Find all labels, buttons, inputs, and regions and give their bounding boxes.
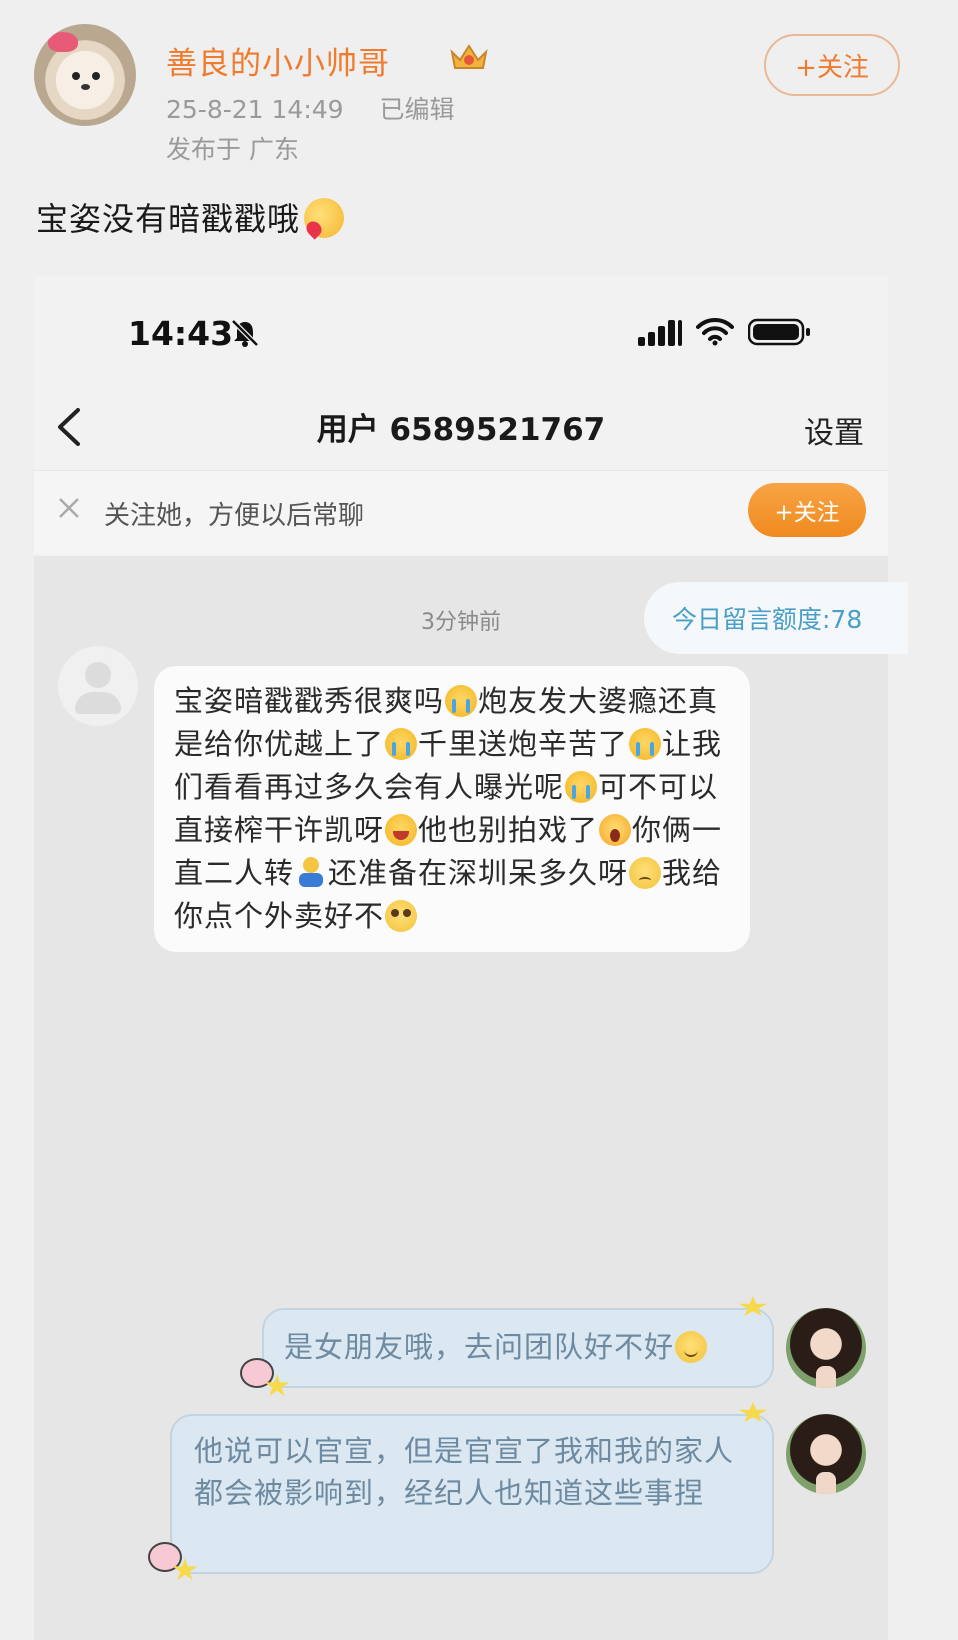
self-avatar[interactable] [786,1414,866,1494]
heart-face-emoji-icon [304,198,345,238]
crown-badge-icon [450,44,488,69]
crying-emoji-icon [565,771,598,803]
chat-title: 用户 6589521767 [316,412,606,448]
message-segment: 宝姿暗戳戳秀很爽吗 [174,684,445,718]
crying-emoji-icon [385,728,418,760]
sad-emoji-icon [629,857,662,889]
outgoing-message[interactable]: 是女朋友哦，去问团队好不好 [262,1308,774,1388]
chat-nav-bar: 用户 6589521767 设置 [34,386,888,468]
chat-area[interactable]: 3分钟前 今日留言额度:78 宝姿暗戳戳秀很爽吗 炮友发大婆瘾还真是给你优越上了千… [34,556,908,1640]
incoming-message[interactable]: 宝姿暗戳戳秀很爽吗 炮友发大婆瘾还真是给你优越上了 千里送炮辛苦了 让我们看看再过多久… [154,666,750,952]
battery-icon [748,318,810,346]
outgoing-message[interactable]: 他说可以官宣，但是官宣了我和我的家人都会被影响到，经纪人也知道这些事捏 [170,1414,774,1574]
post-text-content: 宝姿没有暗戳戳哦 [36,200,301,238]
follow-banner-button[interactable]: +关注 [748,483,866,537]
post-location: 发布于 广东 [166,135,299,164]
edited-label: 已编辑 [379,95,455,124]
close-icon[interactable] [58,497,80,519]
pleading-emoji-icon [385,900,418,932]
message-segment: 还准备在深圳呆多久呀 [328,856,629,890]
status-time: 14:43 [128,314,234,353]
signal-icon [638,320,682,346]
screaming-emoji-icon [599,814,632,846]
outgoing-message-text: 他说可以官宣，但是官宣了我和我的家人都会被影响到，经纪人也知道这些事捏 [194,1434,735,1510]
follow-button[interactable]: +关注 [764,34,900,96]
bell-off-icon [231,319,259,347]
self-avatar[interactable] [786,1308,866,1388]
message-quota-badge: 今日留言额度:78 [644,582,908,654]
post-meta: 25-8-21 14:49 已编辑 [166,90,455,126]
author-avatar[interactable] [34,24,136,126]
follow-banner-text: 关注她，方便以后常聊 [104,501,365,531]
post-timestamp: 25-8-21 14:49 [166,95,344,124]
author-name[interactable]: 善良的小小帅哥 [166,38,390,83]
pig-sticker-icon [148,1536,198,1582]
chat-screenshot: 14:43 用户 6589521767 设置 关注她，方便以后常聊 +关注 3分… [34,276,908,1640]
message-segment: 千里送炮辛苦了 [418,727,629,761]
crying-emoji-icon [629,728,662,760]
pig-sticker-icon [240,1352,290,1398]
laughing-emoji-icon [385,814,418,846]
message-segment: 他也别拍戏了 [418,813,599,847]
post-text: 宝姿没有暗戳戳哦 [36,194,345,240]
post-header: 善良的小小帅哥 25-8-21 14:49 已编辑 发布于 广东 +关注 [34,24,934,174]
sender-avatar[interactable] [58,646,138,726]
smile-emoji-icon [675,1331,708,1363]
wifi-icon [696,317,734,346]
crying-emoji-icon [445,685,478,717]
figure-emoji-icon [295,857,327,889]
follow-banner: 关注她，方便以后常聊 +关注 [34,470,888,554]
settings-button[interactable]: 设置 [804,408,864,452]
outgoing-message-text: 是女朋友哦，去问团队好不好 [284,1330,675,1364]
status-bar: 14:43 [34,276,888,386]
